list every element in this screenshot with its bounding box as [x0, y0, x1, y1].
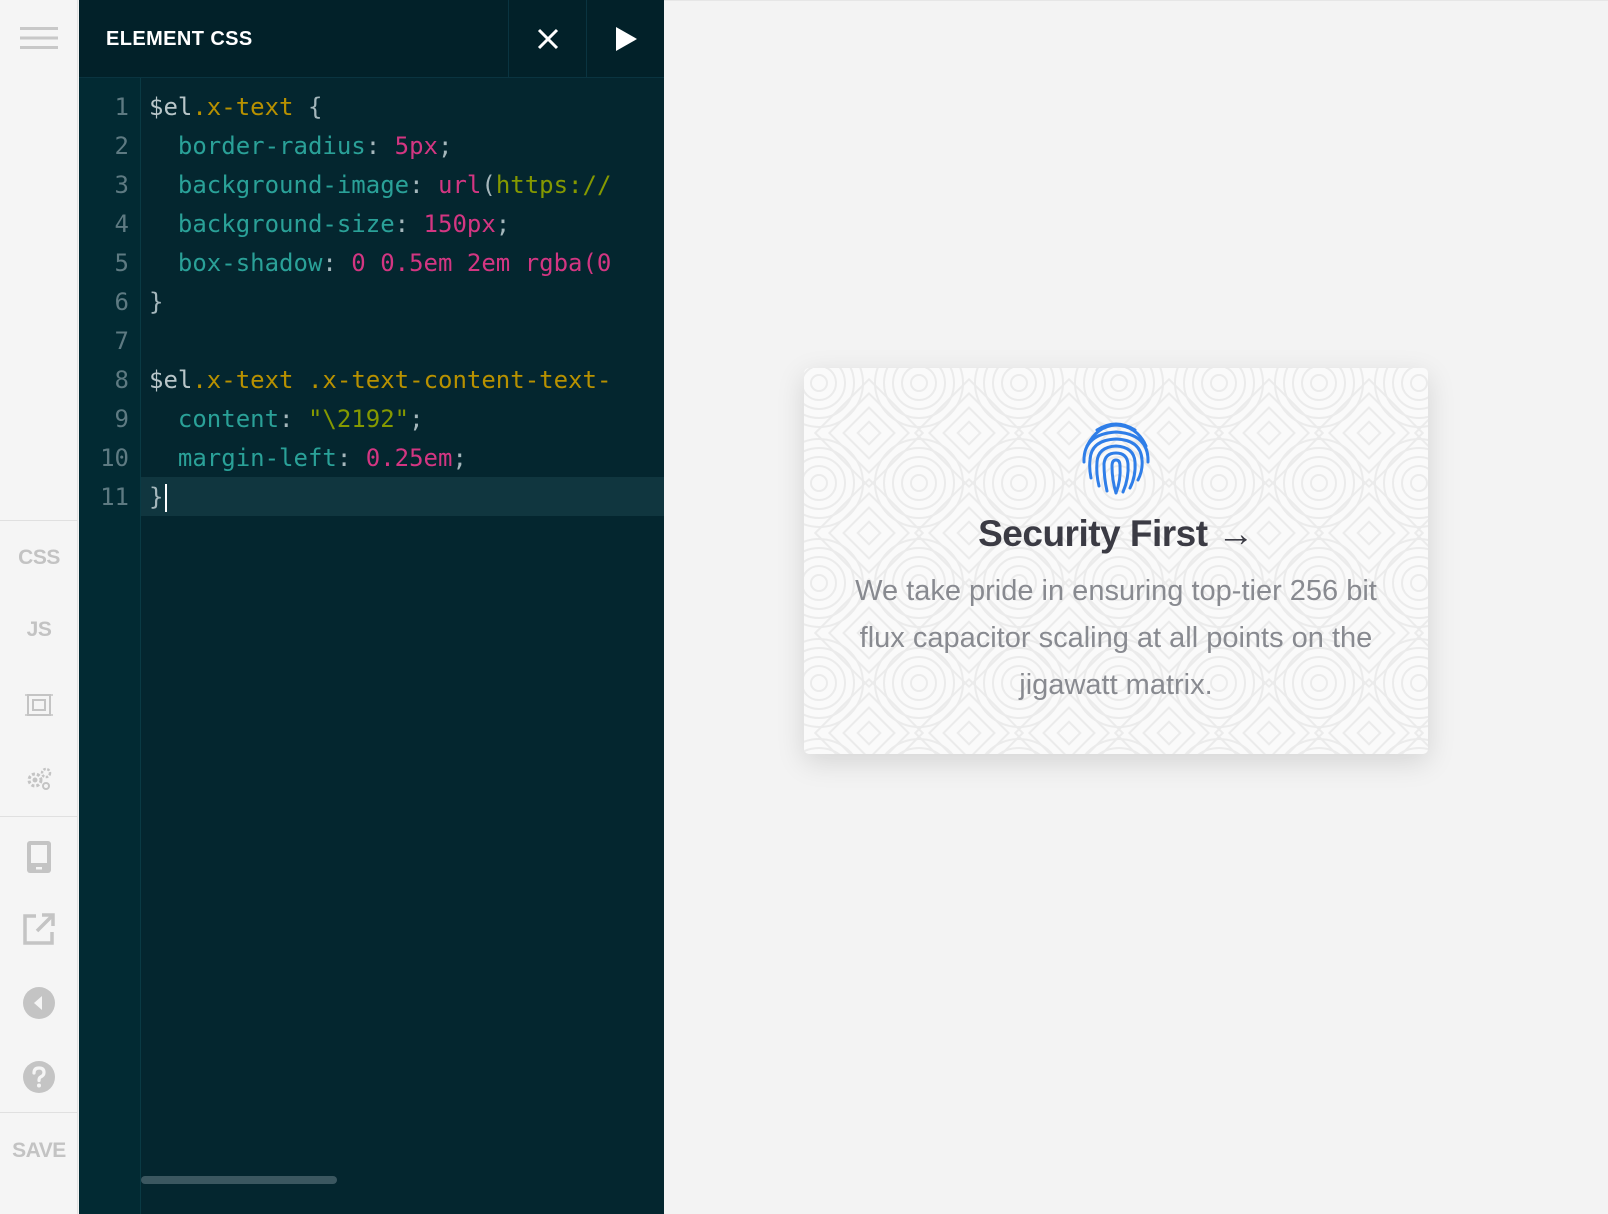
code-token: $el: [149, 366, 193, 394]
tablet-icon: [27, 841, 51, 873]
hamburger-icon: [20, 27, 58, 49]
rail-divider: [0, 520, 78, 521]
settings-button[interactable]: [0, 758, 78, 800]
line-number: 5: [114, 249, 129, 277]
card-body: We take pride in ensuring top-tier 256 b…: [855, 575, 1377, 701]
code-line[interactable]: margin-left: 0.25em;: [149, 439, 467, 478]
line-number: 1: [114, 93, 129, 121]
line-number: 6: [114, 288, 129, 316]
code-token: 0 0.5em 2em: [351, 249, 525, 277]
line-number: 7: [114, 327, 129, 355]
card-title: Security First →: [978, 513, 1254, 554]
menu-button[interactable]: [0, 14, 78, 62]
close-button[interactable]: [508, 0, 586, 78]
code-token: :: [365, 132, 395, 160]
code-token: }: [149, 288, 164, 316]
line-number-gutter: 1 2 3 4 5 6 7 8 9 10 11: [79, 78, 141, 1214]
save-button[interactable]: SAVE: [0, 1128, 78, 1174]
css-editor-panel: ELEMENT CSS 1 2 3 4 5 6 7 8 9 10 11 $el.x-text { b…: [79, 0, 664, 1214]
view-site-button[interactable]: [0, 906, 78, 952]
line-number: 11: [100, 483, 129, 511]
line-number: 4: [114, 210, 129, 238]
code-token: url: [438, 171, 482, 199]
run-button[interactable]: [586, 0, 664, 78]
js-label: JS: [26, 618, 52, 641]
gears-icon: [27, 767, 52, 790]
code-token: border-radius: [149, 132, 366, 160]
editor-title: ELEMENT CSS: [106, 28, 253, 50]
frame-icon: [25, 694, 53, 716]
fingerprint-icon: [1082, 422, 1150, 495]
js-button[interactable]: JS: [0, 608, 78, 652]
code-token: .x-text: [192, 93, 294, 121]
code-token: 150px: [423, 210, 496, 238]
text-cursor: [165, 484, 168, 512]
code-line[interactable]: content: "\2192";: [149, 400, 424, 439]
code-token: :: [336, 444, 366, 472]
responsive-button[interactable]: [0, 834, 78, 880]
code-token: content: [149, 405, 280, 433]
code-token: }: [149, 483, 164, 511]
css-button[interactable]: CSS: [0, 536, 78, 580]
css-label: CSS: [18, 546, 60, 569]
live-preview: Security First → We take pride in ensuri…: [664, 0, 1608, 1214]
code-token: $el: [149, 93, 193, 121]
code-token: background-size: [149, 210, 395, 238]
code-token: ;: [438, 132, 453, 160]
code-token: ;: [495, 210, 511, 238]
save-label: SAVE: [12, 1139, 66, 1162]
code-line[interactable]: box-shadow: 0 0.5em 2em rgba(0: [149, 244, 612, 283]
feature-card[interactable]: Security First → We take pride in ensuri…: [804, 368, 1428, 754]
code-token: ;: [409, 405, 424, 433]
code-line[interactable]: border-radius: 5px;: [149, 127, 453, 166]
rail-divider: [0, 1112, 78, 1113]
back-arrow-icon: [23, 987, 55, 1019]
code-token: 5px: [394, 132, 439, 160]
close-icon: [537, 28, 558, 50]
rail-divider: [0, 816, 78, 817]
code-token: https://: [495, 171, 612, 199]
code-line[interactable]: background-image: url(https://: [149, 166, 612, 205]
code-token: "\2192": [307, 405, 410, 433]
collapse-button[interactable]: [0, 980, 78, 1026]
code-token: 0.25em: [365, 444, 453, 472]
line-number: 2: [114, 132, 129, 160]
code-token: (: [481, 171, 496, 199]
horizontal-scrollbar[interactable]: [141, 1176, 337, 1184]
help-icon: [23, 1061, 55, 1093]
line-number: 3: [114, 171, 129, 199]
code-token: margin-left: [149, 444, 337, 472]
code-token: :: [409, 171, 438, 199]
line-number: 9: [114, 405, 129, 433]
code-token: rgba: [524, 249, 583, 277]
play-icon: [615, 27, 637, 51]
code-token: .x-text: [192, 366, 294, 394]
external-link-icon: [23, 913, 55, 945]
code-line[interactable]: }: [149, 478, 168, 517]
element-manager-button[interactable]: [0, 684, 78, 726]
code-token: (0: [582, 249, 612, 277]
active-line-highlight: [141, 477, 664, 516]
code-token: :: [322, 249, 352, 277]
code-token: background-image: [149, 171, 410, 199]
code-line[interactable]: $el.x-text .x-text-content-text-: [149, 361, 611, 400]
code-line[interactable]: }: [149, 283, 163, 322]
code-line[interactable]: $el.x-text {: [149, 88, 322, 127]
line-number: 8: [114, 366, 129, 394]
code-token: :: [279, 405, 308, 433]
code-token: .x-text-content-text-: [307, 366, 612, 394]
editor-header: ELEMENT CSS: [79, 0, 664, 78]
code-token: {: [293, 93, 323, 121]
help-button[interactable]: [0, 1054, 78, 1100]
line-number: 10: [100, 444, 129, 472]
code-token: :: [394, 210, 424, 238]
left-toolbar: CSS JS SAVE: [0, 0, 78, 1214]
code-line[interactable]: background-size: 150px;: [149, 205, 510, 244]
code-token: ;: [452, 444, 467, 472]
code-token: box-shadow: [149, 249, 323, 277]
